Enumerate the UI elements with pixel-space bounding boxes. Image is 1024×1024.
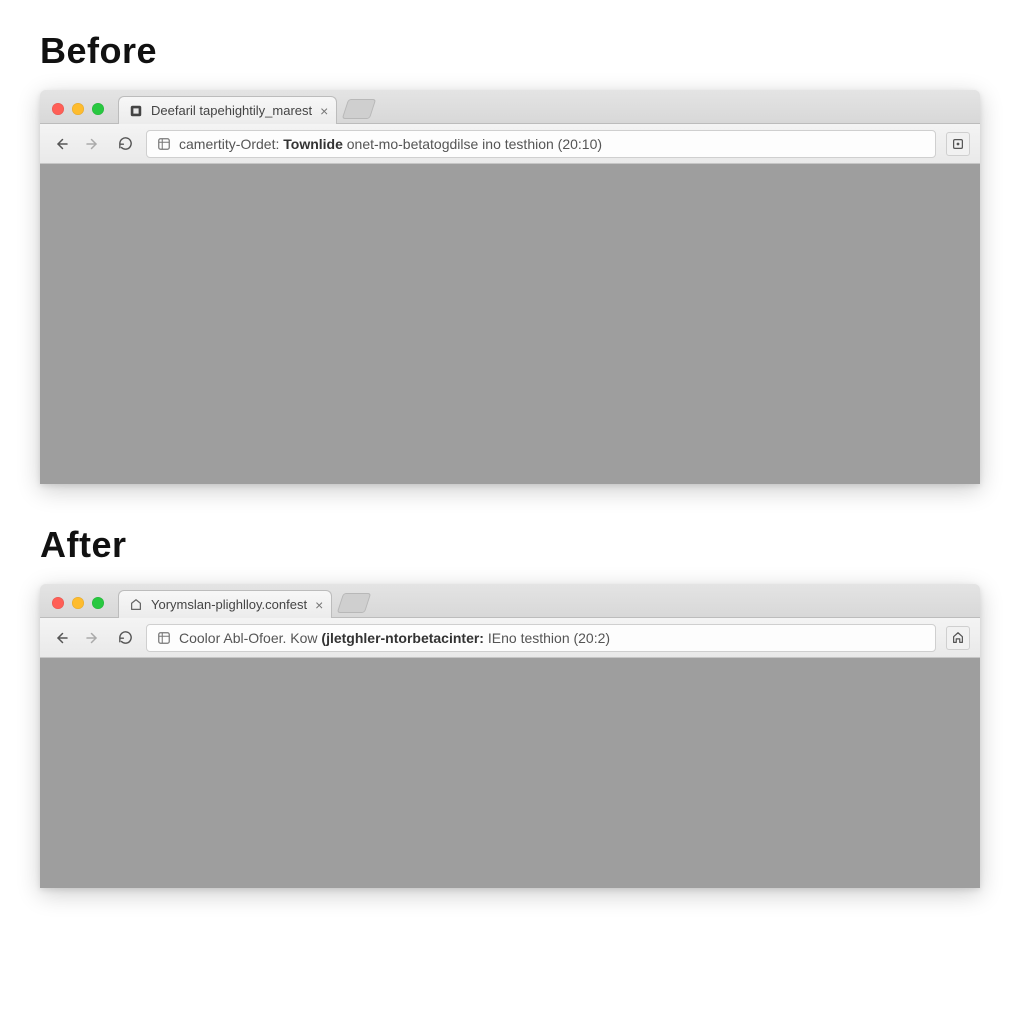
reload-icon	[117, 135, 134, 152]
address-bar[interactable]: camertity-Ordet: Townlide onet-mo-betato…	[146, 130, 936, 158]
extension-button[interactable]	[946, 626, 970, 650]
page-favicon-icon	[129, 598, 143, 612]
window-maximize-button[interactable]	[92, 103, 104, 115]
page-viewport	[40, 164, 980, 484]
tab-close-icon[interactable]: ×	[320, 104, 328, 118]
window-close-button[interactable]	[52, 103, 64, 115]
arrow-right-icon	[84, 629, 102, 647]
toolbar: camertity-Ordet: Townlide onet-mo-betato…	[40, 124, 980, 164]
url-text: camertity-Ordet: Townlide onet-mo-betato…	[179, 136, 925, 152]
window-minimize-button[interactable]	[72, 597, 84, 609]
window-controls	[52, 103, 104, 115]
browser-tab[interactable]: Deefaril tapehightily_marest ×	[118, 96, 337, 124]
after-label: After	[40, 524, 984, 566]
window-close-button[interactable]	[52, 597, 64, 609]
before-label: Before	[40, 30, 984, 72]
reload-button[interactable]	[114, 627, 136, 649]
tab-bar: Yorymslan-plighlloy.confest ×	[40, 584, 980, 618]
reload-button[interactable]	[114, 133, 136, 155]
window-controls	[52, 597, 104, 609]
window-minimize-button[interactable]	[72, 103, 84, 115]
address-bar[interactable]: Coolor Abl-Ofoer. Kow (jletghler-ntorbet…	[146, 624, 936, 652]
window-maximize-button[interactable]	[92, 597, 104, 609]
extension-button[interactable]	[946, 132, 970, 156]
toolbar-right	[946, 132, 970, 156]
browser-tab[interactable]: Yorymslan-plighlloy.confest ×	[118, 590, 332, 618]
tab-title: Deefaril tapehightily_marest	[151, 103, 312, 118]
new-tab-button[interactable]	[337, 593, 371, 613]
page-favicon-icon	[129, 104, 143, 118]
forward-button[interactable]	[82, 133, 104, 155]
new-tab-button[interactable]	[342, 99, 376, 119]
after-browser-window: Yorymslan-plighlloy.confest × Coolor Abl…	[40, 584, 980, 888]
site-info-icon[interactable]	[157, 631, 171, 645]
tab-bar: Deefaril tapehightily_marest ×	[40, 90, 980, 124]
tab-close-icon[interactable]: ×	[315, 598, 323, 612]
toolbar: Coolor Abl-Ofoer. Kow (jletghler-ntorbet…	[40, 618, 980, 658]
reload-icon	[117, 629, 134, 646]
arrow-right-icon	[84, 135, 102, 153]
site-info-icon[interactable]	[157, 137, 171, 151]
page-viewport	[40, 658, 980, 888]
tab-title: Yorymslan-plighlloy.confest	[151, 597, 307, 612]
before-browser-window: Deefaril tapehightily_marest × camertity…	[40, 90, 980, 484]
forward-button[interactable]	[82, 627, 104, 649]
arrow-left-icon	[52, 629, 70, 647]
url-text: Coolor Abl-Ofoer. Kow (jletghler-ntorbet…	[179, 630, 925, 646]
home-icon	[951, 631, 965, 645]
bookmark-icon	[951, 137, 965, 151]
arrow-left-icon	[52, 135, 70, 153]
toolbar-right	[946, 626, 970, 650]
back-button[interactable]	[50, 627, 72, 649]
back-button[interactable]	[50, 133, 72, 155]
